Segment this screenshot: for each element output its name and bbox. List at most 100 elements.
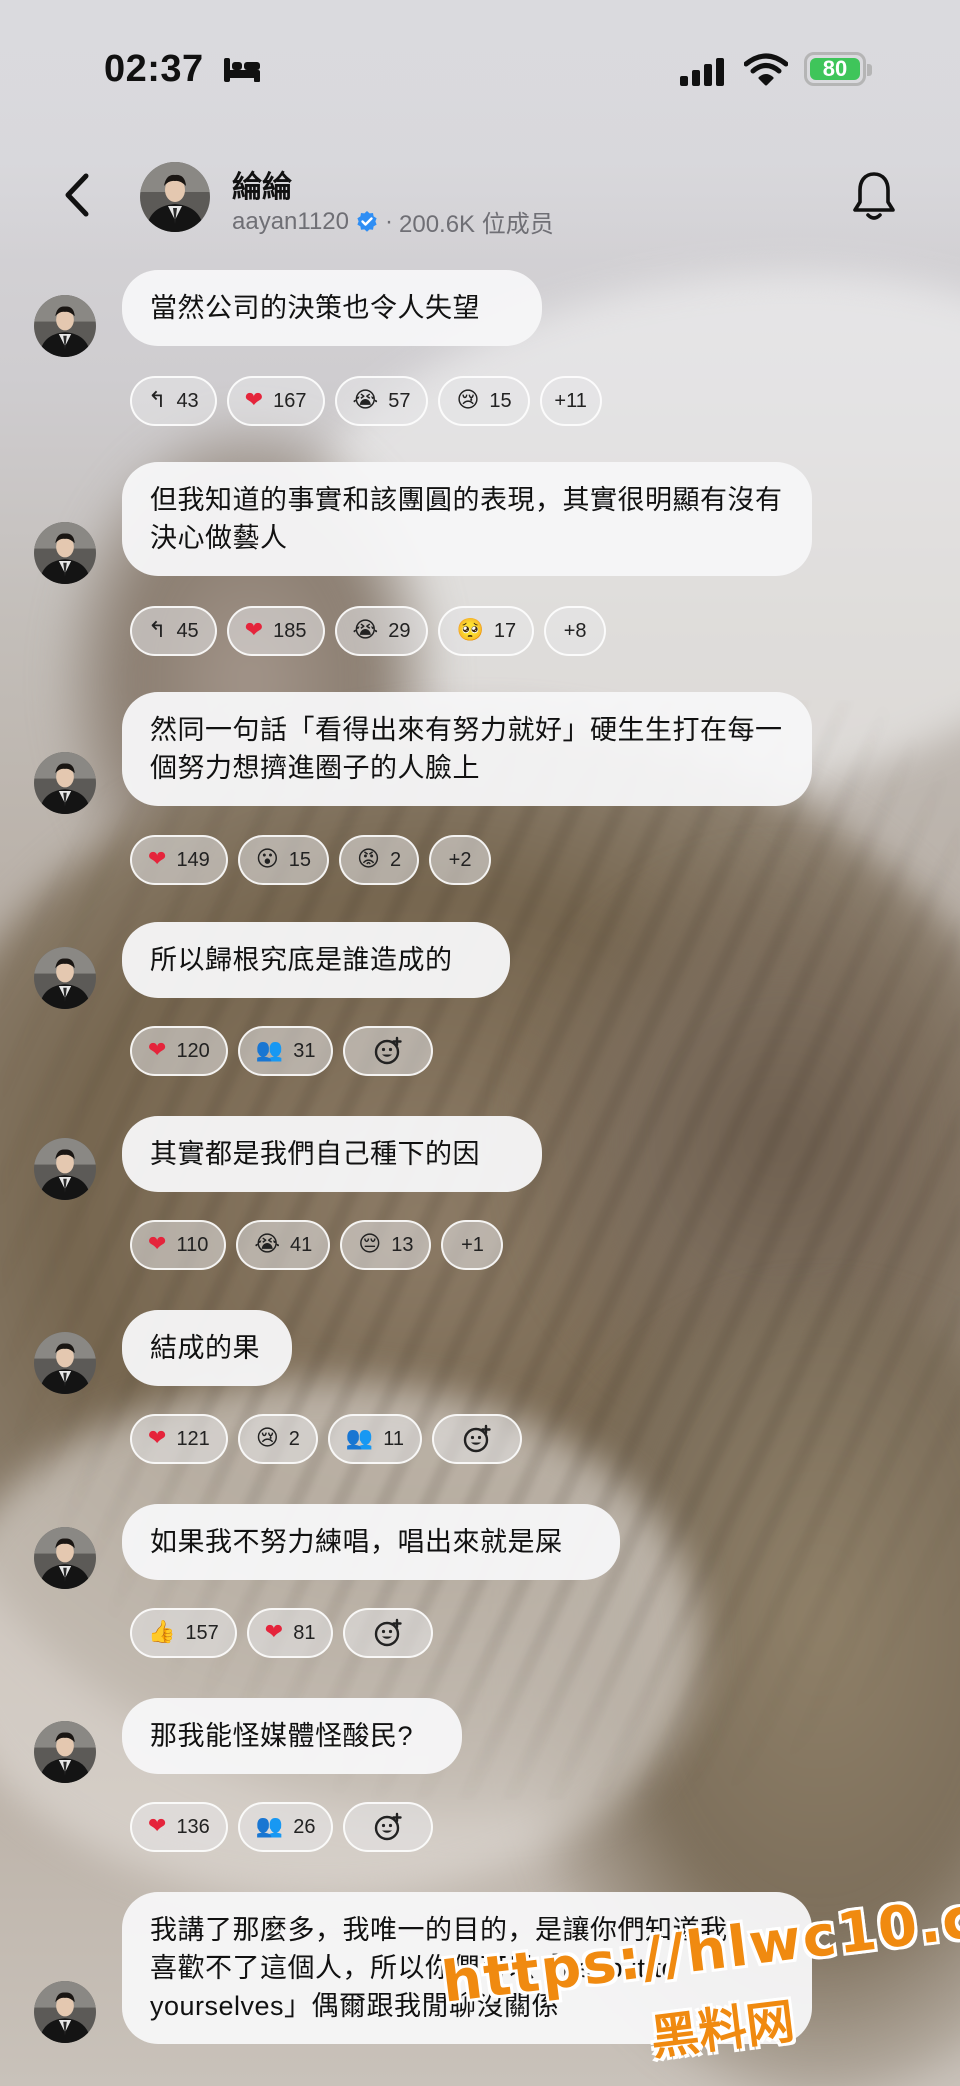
more-reactions-count: +11 <box>554 389 587 412</box>
reaction-count: 15 <box>288 848 311 871</box>
add-reaction-button[interactable] <box>343 1608 434 1658</box>
reaction-chip[interactable]: ❤ 81 <box>246 1608 334 1658</box>
reaction-count: 2 <box>288 1427 300 1450</box>
channel-username: aayan1120 <box>232 207 349 235</box>
message-avatar[interactable] <box>34 1332 96 1394</box>
status-bar: 02:37 80 <box>0 0 960 140</box>
reaction-count: 43 <box>176 389 199 412</box>
message-bubble[interactable]: 當然公司的決策也令人失望 <box>122 270 542 346</box>
add-reaction-button[interactable] <box>432 1414 523 1464</box>
reaction-count: 15 <box>489 389 512 412</box>
reaction-chip[interactable]: ❤ 136 <box>130 1802 228 1852</box>
message-avatar[interactable] <box>34 1721 96 1783</box>
message-text: 如果我不努力練唱，唱出來就是屎 <box>150 1527 563 1557</box>
heart-icon: ❤ <box>244 388 264 413</box>
reaction-chip[interactable]: 👥 31 <box>237 1026 334 1076</box>
reaction-chip[interactable]: ❤ 167 <box>226 376 325 426</box>
reaction-chip[interactable]: 😭 57 <box>334 376 429 426</box>
reaction-row: ❤ 121 😢 2 👥 11 <box>130 1414 523 1464</box>
reaction-row: 👍 157 ❤ 81 <box>130 1608 434 1658</box>
reaction-chip[interactable]: 😭 29 <box>334 606 429 656</box>
more-reactions-count: +1 <box>461 1233 484 1256</box>
reaction-chip[interactable]: 😮 15 <box>237 835 329 885</box>
message-text-line: 我講了那麼多，我唯一的目的，是讓你們知道我 <box>150 1915 728 1945</box>
reaction-chip[interactable]: 👥 11 <box>327 1414 423 1464</box>
message-bubble[interactable]: 結成的果 <box>122 1310 292 1386</box>
message-bubble[interactable]: 其實都是我們自己種下的因 <box>122 1116 542 1192</box>
reaction-chip[interactable]: ❤ 185 <box>226 606 325 656</box>
message-avatar[interactable] <box>34 1527 96 1589</box>
reply-icon: ↰ <box>148 618 167 643</box>
reaction-count: 81 <box>293 1621 316 1644</box>
reaction-chip[interactable]: 😡 2 <box>339 835 420 885</box>
message-avatar[interactable] <box>34 752 96 814</box>
reaction-count: 29 <box>388 619 411 642</box>
bell-icon[interactable] <box>850 170 898 224</box>
message-bubble[interactable]: 然同一句話「看得出來有努力就好」硬生生打在每一個努力想擠進圈子的人臉上 <box>122 692 812 806</box>
heart-icon: ❤ <box>264 1620 284 1645</box>
reaction-count: 45 <box>176 619 199 642</box>
message-bubble[interactable]: 所以歸根究底是誰造成的 <box>122 922 510 998</box>
reaction-chip[interactable]: ❤ 121 <box>130 1414 228 1464</box>
reaction-chip[interactable]: ❤ 149 <box>130 835 228 885</box>
message-text: 那我能怪媒體怪酸民? <box>150 1721 414 1751</box>
reaction-count: 120 <box>176 1039 210 1062</box>
sad-face-icon: 😢 <box>255 1426 279 1451</box>
message-avatar[interactable] <box>34 1981 96 2043</box>
reaction-chip[interactable]: 😢 2 <box>237 1414 318 1464</box>
reaction-count: 31 <box>293 1039 316 1062</box>
more-reactions-button[interactable]: +8 <box>544 606 607 656</box>
reaction-chip[interactable]: 😔 13 <box>340 1220 432 1270</box>
message-text: 但我知道的事實和該團圓的表現，其實很明顯有沒有決心做藝人 <box>150 485 783 553</box>
add-reaction-icon <box>375 1812 403 1841</box>
message-avatar[interactable] <box>34 1138 96 1200</box>
channel-avatar[interactable] <box>140 162 210 232</box>
message-avatar[interactable] <box>34 522 96 584</box>
message-bubble[interactable]: 如果我不努力練唱，唱出來就是屎 <box>122 1504 620 1580</box>
reaction-count: 13 <box>391 1233 414 1256</box>
reaction-chip[interactable]: ❤ 110 <box>130 1220 227 1270</box>
crying-face-icon: 😭 <box>254 1232 281 1257</box>
message-text-line: 喜歡不了這個人，所以你們可以「keep it to <box>150 1953 678 1983</box>
reaction-count: 136 <box>176 1815 210 1838</box>
message-bubble[interactable]: 那我能怪媒體怪酸民? <box>122 1698 462 1774</box>
reaction-count: 11 <box>383 1427 405 1450</box>
people-icon: 👥 <box>345 1426 374 1451</box>
add-reaction-button[interactable] <box>343 1026 434 1076</box>
message-bubble[interactable]: 但我知道的事實和該團圓的表現，其實很明顯有沒有決心做藝人 <box>122 462 812 576</box>
reaction-chip[interactable]: ↰ 43 <box>130 376 217 426</box>
more-reactions-button[interactable]: +11 <box>539 376 602 426</box>
cellular-signal-icon <box>680 56 728 86</box>
reaction-count: 110 <box>176 1233 209 1256</box>
subtitle-separator: · <box>385 207 393 235</box>
channel-name: 綸綸 <box>232 171 292 204</box>
message-text-line: yourselves」偶爾跟我閒聊沒關係 <box>150 1991 560 2021</box>
message-text: 所以歸根究底是誰造成的 <box>150 945 453 975</box>
reaction-chip[interactable]: ❤ 120 <box>130 1026 228 1076</box>
reaction-count: 2 <box>389 848 402 871</box>
verified-badge-icon <box>357 210 377 232</box>
message-text: 結成的果 <box>150 1333 260 1363</box>
surprised-face-icon: 😮 <box>255 847 279 872</box>
reaction-chip[interactable]: 😢 15 <box>438 376 530 426</box>
reaction-count: 149 <box>176 848 210 871</box>
reaction-count: 157 <box>185 1621 219 1644</box>
chevron-left-icon[interactable] <box>58 170 98 220</box>
more-reactions-button[interactable]: +1 <box>441 1220 504 1270</box>
reaction-chip[interactable]: 👍 157 <box>130 1608 237 1658</box>
more-reactions-button[interactable]: +2 <box>429 835 492 885</box>
message-avatar[interactable] <box>34 947 96 1009</box>
message-bubble[interactable]: 我講了那麼多，我唯一的目的，是讓你們知道我 喜歡不了這個人，所以你們可以「keep… <box>122 1892 812 2044</box>
add-reaction-icon <box>463 1424 491 1453</box>
reaction-chip[interactable]: 🥺 17 <box>438 606 535 656</box>
people-icon: 👥 <box>255 1038 284 1063</box>
reaction-chip[interactable]: ↰ 45 <box>130 606 217 656</box>
add-reaction-icon <box>375 1618 403 1647</box>
reaction-chip[interactable]: 😭 41 <box>236 1220 331 1270</box>
people-icon: 👥 <box>255 1814 284 1839</box>
reaction-count: 26 <box>293 1815 316 1838</box>
message-avatar[interactable] <box>34 295 96 357</box>
add-reaction-button[interactable] <box>343 1802 434 1852</box>
angry-face-icon: 😡 <box>357 847 380 872</box>
reaction-chip[interactable]: 👥 26 <box>237 1802 334 1852</box>
